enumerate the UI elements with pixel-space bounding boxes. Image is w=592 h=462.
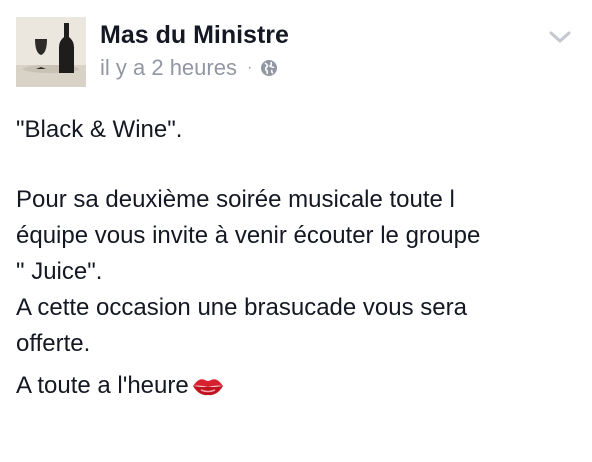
facebook-post: Mas du Ministre il y a 2 heures · "Black…: [0, 0, 592, 462]
meta-separator: ·: [246, 59, 253, 76]
avatar[interactable]: [16, 17, 86, 87]
wine-bottle-and-glass-icon: [16, 17, 86, 87]
globe-icon: [261, 60, 278, 76]
closing-text: A toute a l'heure: [16, 372, 189, 399]
chevron-down-icon[interactable]: [548, 29, 572, 45]
timestamp[interactable]: il y a 2 heures: [100, 55, 237, 81]
post-text-closing: A toute a l'heure: [16, 368, 576, 404]
post-text-title: "Black & Wine".: [16, 116, 183, 143]
post-meta: il y a 2 heures ·: [100, 55, 278, 81]
post-body: "Black & Wine". Pour sa deuxième soirée …: [16, 112, 576, 404]
kiss-lips-icon: [192, 379, 223, 396]
author-name[interactable]: Mas du Ministre: [100, 20, 289, 50]
post-text-paragraph: Pour sa deuxième soirée musicale toute l…: [16, 186, 481, 357]
post-header: Mas du Ministre il y a 2 heures ·: [16, 15, 576, 87]
